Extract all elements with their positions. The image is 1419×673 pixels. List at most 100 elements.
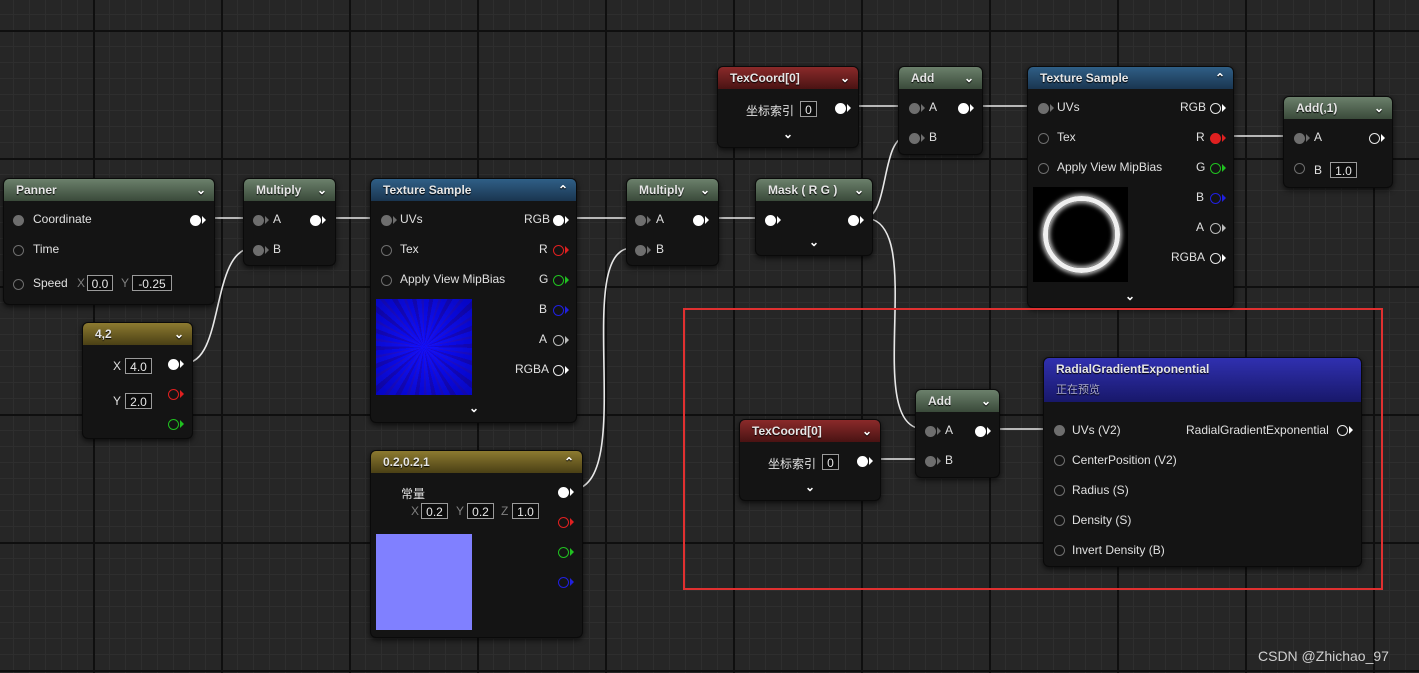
multiply-node-1[interactable]: Multiply ⌄ A B xyxy=(243,178,336,266)
mipbias-input-pin[interactable] xyxy=(381,275,392,286)
y-value-field[interactable]: 0.2 xyxy=(467,503,494,519)
texture-sample-header[interactable]: Texture Sample ⌃ xyxy=(1028,67,1233,89)
rgb-output-pin[interactable] xyxy=(553,215,564,226)
texture-sample-node-1[interactable]: Texture Sample ⌃ UVs RGB Tex R Apply View… xyxy=(370,178,577,423)
panner-node[interactable]: Panner ⌄ Coordinate Time Speed X 0.0 Y -0… xyxy=(3,178,215,305)
a-input-pin[interactable] xyxy=(253,215,264,226)
add-node-2[interactable]: Add ⌄ A B xyxy=(915,389,1000,478)
speed-input-pin[interactable] xyxy=(13,279,24,290)
add-header[interactable]: Add ⌄ xyxy=(916,390,999,412)
panner-header[interactable]: Panner ⌄ xyxy=(4,179,214,201)
texcoord-node-1[interactable]: TexCoord[0] ⌄ 坐标索引 0 ⌄ xyxy=(717,66,859,148)
chevron-down-icon[interactable]: ⌄ xyxy=(862,420,872,442)
chevron-down-icon[interactable]: ⌄ xyxy=(1374,97,1384,119)
chevron-down-icon[interactable]: ⌄ xyxy=(964,67,974,89)
chevron-down-icon[interactable]: ⌄ xyxy=(981,390,991,412)
a-output-pin[interactable] xyxy=(1210,223,1221,234)
output-pin[interactable] xyxy=(558,487,569,498)
texture-sample-header[interactable]: Texture Sample ⌃ xyxy=(371,179,576,201)
texcoord-output-pin[interactable] xyxy=(857,456,868,467)
g-output-pin[interactable] xyxy=(558,547,569,558)
b-input-pin[interactable] xyxy=(635,245,646,256)
chevron-up-icon[interactable]: ⌃ xyxy=(564,451,574,473)
multiply-header[interactable]: Multiply ⌄ xyxy=(244,179,335,201)
x-value-field[interactable]: 4.0 xyxy=(125,358,152,374)
texcoord-node-2[interactable]: TexCoord[0] ⌄ 坐标索引 0 ⌄ xyxy=(739,419,881,501)
radial-gradient-exponential-node[interactable]: RadialGradientExponential 正在预览 UVs (V2) … xyxy=(1043,357,1362,567)
coordinate-index-field[interactable]: 0 xyxy=(800,101,817,117)
tex-input-pin[interactable] xyxy=(1038,133,1049,144)
b-output-pin[interactable] xyxy=(1210,193,1221,204)
g-output-pin[interactable] xyxy=(168,419,179,430)
component-mask-node[interactable]: Mask ( R G ) ⌄ ⌄ xyxy=(755,178,873,256)
r-output-pin[interactable] xyxy=(1210,133,1221,144)
expand-chevron-icon[interactable]: ⌄ xyxy=(809,235,819,249)
material-graph-canvas[interactable]: Panner ⌄ Coordinate Time Speed X 0.0 Y -0… xyxy=(0,0,1419,673)
tex-input-pin[interactable] xyxy=(381,245,392,256)
constant2vector-header[interactable]: 4,2 ⌄ xyxy=(83,323,192,345)
add-header[interactable]: Add ⌄ xyxy=(899,67,982,89)
a-input-pin[interactable] xyxy=(635,215,646,226)
invert-density-input-pin[interactable] xyxy=(1054,545,1065,556)
r-output-pin[interactable] xyxy=(558,517,569,528)
add-output-pin[interactable] xyxy=(958,103,969,114)
g-output-pin[interactable] xyxy=(1210,163,1221,174)
y-value-field[interactable]: 2.0 xyxy=(125,393,152,409)
mask-output-pin[interactable] xyxy=(848,215,859,226)
expand-chevron-icon[interactable]: ⌄ xyxy=(469,401,479,415)
chevron-up-icon[interactable]: ⌃ xyxy=(558,179,568,201)
b-input-pin[interactable] xyxy=(253,245,264,256)
b-input-pin[interactable] xyxy=(1294,163,1305,174)
expand-chevron-icon[interactable]: ⌄ xyxy=(783,127,793,141)
a-input-pin[interactable] xyxy=(1294,133,1305,144)
center-position-input-pin[interactable] xyxy=(1054,455,1065,466)
density-input-pin[interactable] xyxy=(1054,515,1065,526)
constant3vector-header[interactable]: 0.2,0.2,1 ⌃ xyxy=(371,451,582,473)
rgb-output-pin[interactable] xyxy=(1210,103,1221,114)
chevron-down-icon[interactable]: ⌄ xyxy=(317,179,327,201)
coordinate-input-pin[interactable] xyxy=(13,215,24,226)
b-input-pin[interactable] xyxy=(925,456,936,467)
expand-chevron-icon[interactable]: ⌄ xyxy=(805,480,815,494)
constant2vector-node[interactable]: 4,2 ⌄ X 4.0 Y 2.0 xyxy=(82,322,193,439)
rgba-output-pin[interactable] xyxy=(1210,253,1221,264)
b-output-pin[interactable] xyxy=(553,305,564,316)
b-output-pin[interactable] xyxy=(558,577,569,588)
uvs-input-pin[interactable] xyxy=(1038,103,1049,114)
time-input-pin[interactable] xyxy=(13,245,24,256)
uvs-input-pin[interactable] xyxy=(381,215,392,226)
multiply-header[interactable]: Multiply ⌄ xyxy=(627,179,718,201)
mipbias-input-pin[interactable] xyxy=(1038,163,1049,174)
multiply-output-pin[interactable] xyxy=(310,215,321,226)
chevron-down-icon[interactable]: ⌄ xyxy=(174,323,184,345)
chevron-up-icon[interactable]: ⌃ xyxy=(1215,67,1225,89)
mask-input-pin[interactable] xyxy=(765,215,776,226)
texcoord-header[interactable]: TexCoord[0] ⌄ xyxy=(718,67,858,89)
a-input-pin[interactable] xyxy=(909,103,920,114)
panner-output-pin[interactable] xyxy=(190,215,201,226)
radial-gradient-header[interactable]: RadialGradientExponential 正在预览 xyxy=(1044,358,1361,402)
chevron-down-icon[interactable]: ⌄ xyxy=(700,179,710,201)
a-input-pin[interactable] xyxy=(925,426,936,437)
chevron-down-icon[interactable]: ⌄ xyxy=(854,179,864,201)
add-output-pin[interactable] xyxy=(975,426,986,437)
x-value-field[interactable]: 0.2 xyxy=(421,503,448,519)
texture-sample-node-2[interactable]: Texture Sample ⌃ UVs RGB Tex R Apply View… xyxy=(1027,66,1234,308)
multiply-output-pin[interactable] xyxy=(693,215,704,226)
add-constant-node[interactable]: Add(,1) ⌄ A B 1.0 xyxy=(1283,96,1393,188)
r-output-pin[interactable] xyxy=(168,389,179,400)
speed-y-field[interactable]: -0.25 xyxy=(132,275,172,291)
b-value-field[interactable]: 1.0 xyxy=(1330,162,1357,178)
coordinate-index-field[interactable]: 0 xyxy=(822,454,839,470)
rgba-output-pin[interactable] xyxy=(553,365,564,376)
speed-x-field[interactable]: 0.0 xyxy=(87,275,113,291)
add-constant-header[interactable]: Add(,1) ⌄ xyxy=(1284,97,1392,119)
g-output-pin[interactable] xyxy=(553,275,564,286)
a-output-pin[interactable] xyxy=(553,335,564,346)
r-output-pin[interactable] xyxy=(553,245,564,256)
texcoord-header[interactable]: TexCoord[0] ⌄ xyxy=(740,420,880,442)
uvs-input-pin[interactable] xyxy=(1054,425,1065,436)
component-mask-header[interactable]: Mask ( R G ) ⌄ xyxy=(756,179,872,201)
b-input-pin[interactable] xyxy=(909,133,920,144)
add-output-pin[interactable] xyxy=(1369,133,1380,144)
